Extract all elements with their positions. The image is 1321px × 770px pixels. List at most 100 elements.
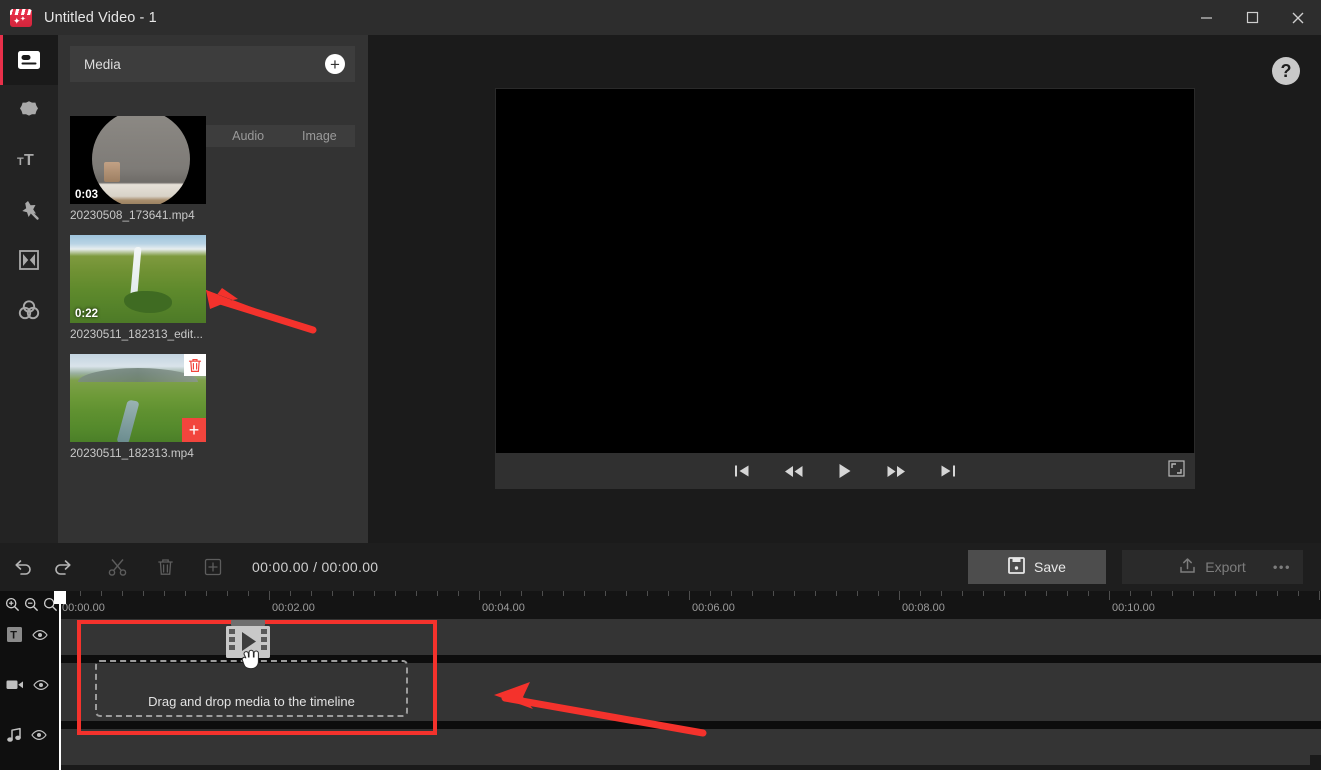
maximize-button[interactable]	[1229, 0, 1275, 35]
rewind-icon[interactable]	[784, 465, 804, 478]
ruler-tick-minor	[458, 591, 459, 596]
media-thumbnail[interactable]: 0:03	[70, 116, 206, 204]
track-divider	[59, 721, 1321, 729]
minimize-button[interactable]	[1183, 0, 1229, 35]
ruler-tick-major	[689, 591, 690, 600]
media-thumbnail[interactable]: +	[70, 354, 206, 442]
close-button[interactable]	[1275, 0, 1321, 35]
media-filename: 20230508_173641.mp4	[70, 208, 206, 222]
sidebar-item-media[interactable]	[0, 35, 58, 85]
eye-icon[interactable]	[33, 678, 49, 696]
sidebar-item-transitions[interactable]	[0, 235, 58, 285]
text-track-icon: T	[6, 626, 23, 648]
ruler-tick-minor	[164, 591, 165, 596]
timeline-zoom-controls	[4, 596, 59, 613]
fast-forward-icon[interactable]	[886, 465, 906, 478]
ruler-tick-minor	[521, 591, 522, 596]
save-icon	[1008, 557, 1025, 577]
add-to-timeline-button[interactable]: +	[182, 418, 206, 442]
ruler-tick-minor	[878, 591, 879, 596]
ruler-tick-minor	[1046, 591, 1047, 596]
eye-icon[interactable]	[31, 728, 47, 746]
media-library-icon	[17, 50, 41, 70]
zoom-in-icon[interactable]	[4, 596, 21, 613]
ruler-tick-minor	[626, 591, 627, 596]
track-header-video[interactable]	[6, 674, 54, 700]
ruler-tick-minor	[1277, 591, 1278, 596]
zoom-out-icon[interactable]	[23, 596, 40, 613]
redo-icon[interactable]	[46, 550, 80, 584]
sidebar-item-text[interactable]: TT	[0, 135, 58, 185]
add-media-button[interactable]: +	[325, 54, 345, 74]
track-audio[interactable]	[59, 729, 1321, 765]
player-controls	[495, 453, 1195, 489]
skip-start-icon[interactable]	[734, 464, 750, 478]
ruler-tick-minor	[941, 591, 942, 596]
svg-text:T: T	[24, 152, 34, 169]
ruler-tick-minor	[710, 591, 711, 596]
ruler-tick-minor	[1214, 591, 1215, 596]
ruler-tick-minor	[731, 591, 732, 596]
track-header-audio[interactable]	[6, 724, 54, 750]
page-title: Untitled Video - 1	[44, 10, 157, 26]
ruler-tick-minor	[395, 591, 396, 596]
ruler-tick-minor	[206, 591, 207, 596]
ruler-tick-minor	[101, 591, 102, 596]
export-button[interactable]: Export •••	[1122, 550, 1303, 584]
media-grid: 0:03 20230508_173641.mp4 0:22 20230511_1…	[70, 116, 360, 473]
delete-media-button[interactable]	[184, 354, 206, 376]
ruler-label: 00:10.00	[1112, 602, 1155, 614]
export-icon	[1179, 557, 1196, 577]
play-icon[interactable]	[838, 463, 852, 479]
media-duration: 0:03	[75, 189, 98, 201]
skip-end-icon[interactable]	[940, 464, 956, 478]
media-filename: 20230511_182313_edit...	[70, 327, 206, 341]
ruler-tick-minor	[1193, 591, 1194, 596]
timeline-ruler[interactable]: 00:00.0000:02.0000:04.0000:06.0000:08.00…	[59, 591, 1321, 619]
help-button[interactable]: ?	[1272, 57, 1300, 85]
video-camera-icon	[6, 678, 24, 696]
ruler-tick-minor	[227, 591, 228, 596]
ruler-tick-major	[899, 591, 900, 600]
undo-icon[interactable]	[6, 550, 40, 584]
ruler-tick-minor	[80, 591, 81, 596]
ruler-tick-minor	[836, 591, 837, 596]
trash-icon[interactable]	[148, 550, 182, 584]
ruler-tick-minor	[668, 591, 669, 596]
save-button[interactable]: Save	[968, 550, 1106, 584]
export-options-button[interactable]: •••	[1273, 560, 1291, 575]
list-item[interactable]: 0:03 20230508_173641.mp4	[70, 116, 218, 222]
svg-text:T: T	[17, 156, 24, 168]
fullscreen-icon[interactable]	[1168, 460, 1185, 482]
timeline-track-headers: T	[0, 591, 59, 770]
ruler-tick-minor	[1025, 591, 1026, 596]
media-thumbnail[interactable]: 0:22	[70, 235, 206, 323]
duplicate-icon[interactable]	[196, 550, 230, 584]
ruler-tick-minor	[332, 591, 333, 596]
ruler-tick-minor	[962, 591, 963, 596]
music-note-icon	[6, 727, 22, 748]
ruler-tick-minor	[1151, 591, 1152, 596]
ruler-tick-minor	[605, 591, 606, 596]
sidebar-item-effects[interactable]	[0, 185, 58, 235]
video-preview-canvas[interactable]	[495, 88, 1195, 481]
video-editor-window: ✦✦ Untitled Video - 1	[0, 0, 1321, 770]
playhead[interactable]	[59, 591, 61, 770]
ruler-tick-minor	[563, 591, 564, 596]
scissors-icon[interactable]	[100, 550, 134, 584]
ruler-tick-minor	[815, 591, 816, 596]
sidebar-item-filters[interactable]	[0, 285, 58, 335]
color-filter-icon	[18, 300, 40, 320]
ruler-tick-minor	[584, 591, 585, 596]
list-item[interactable]: 0:22 20230511_182313_edit...	[70, 235, 218, 341]
ruler-tick-minor	[1088, 591, 1089, 596]
eye-icon[interactable]	[32, 628, 48, 646]
media-filename: 20230511_182313.mp4	[70, 446, 206, 460]
track-header-text[interactable]: T	[6, 624, 54, 650]
list-item[interactable]: + 20230511_182313.mp4	[70, 354, 218, 460]
ruler-label: 00:00.00	[62, 602, 105, 614]
ruler-tick-minor	[794, 591, 795, 596]
ruler-tick-minor	[647, 591, 648, 596]
ruler-tick-minor	[752, 591, 753, 596]
sidebar-item-sticker[interactable]	[0, 85, 58, 135]
